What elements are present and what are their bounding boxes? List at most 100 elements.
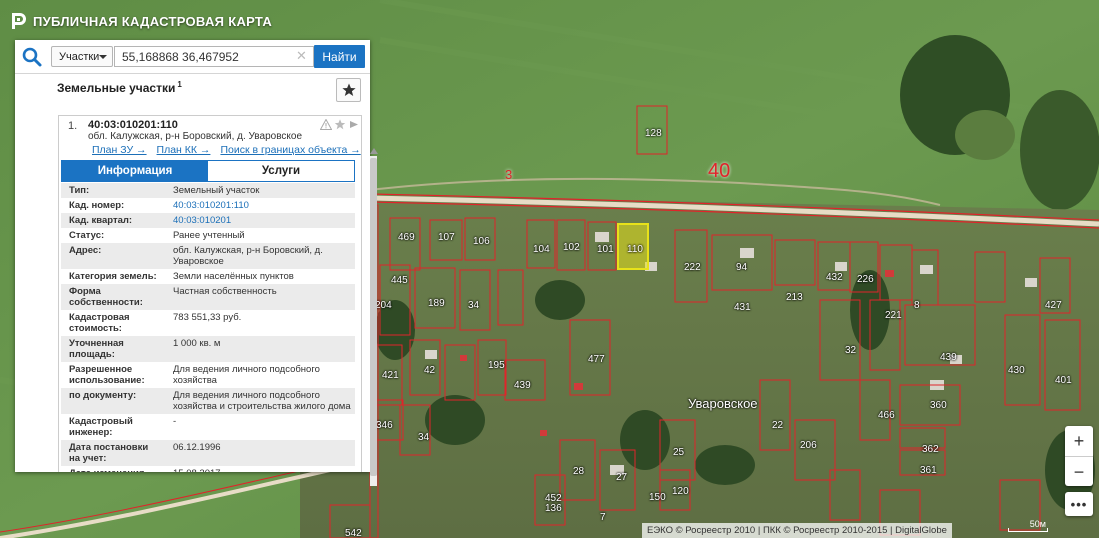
info-value: 783 551,33 руб. — [173, 312, 242, 323]
info-row: Дата постановки на учет: 06.12.1996 — [61, 440, 355, 466]
info-value[interactable]: 40:03:010201:110 — [165, 198, 355, 213]
find-button[interactable]: Найти — [314, 45, 365, 68]
result-actions — [320, 119, 360, 130]
info-key: Кад. квартал: — [69, 215, 133, 226]
quarter-label: 40 — [708, 160, 731, 182]
parcel-number-label: 120 — [672, 486, 689, 497]
parcel-number-label: 101 — [597, 244, 614, 255]
clear-icon[interactable]: ✕ — [296, 48, 307, 64]
info-key: Дата постановки на учет: — [69, 442, 149, 464]
info-row: Кадастровая стоимость: 783 551,33 руб. — [61, 310, 355, 336]
panel-scrollbar[interactable] — [370, 148, 379, 498]
app-header: ПУБЛИЧНАЯ КАДАСТРОВАЯ КАРТА — [12, 10, 272, 32]
parcel-number-label: 362 — [922, 444, 939, 455]
parcel-number-label: 104 — [533, 244, 550, 255]
parcel-number-label: 94 — [736, 262, 748, 273]
scale-bar-line — [1008, 528, 1048, 532]
results-count: 1 — [177, 80, 182, 89]
info-value: Земельный участок — [173, 185, 260, 196]
zoom-to-object-icon[interactable] — [348, 119, 360, 130]
tab-information[interactable]: Информация — [62, 161, 208, 181]
info-key: Кадастровая стоимость: — [69, 312, 130, 334]
info-row: Адрес: обл. Калужская, р-н Боровский, д. … — [61, 243, 355, 269]
parcel-number-label: 106 — [473, 236, 490, 247]
parcel-number-label: 34 — [468, 300, 480, 311]
search-input[interactable] — [114, 46, 314, 67]
info-key: Форма собственности: — [69, 286, 143, 308]
parcel-number-label: 477 — [588, 354, 605, 365]
search-panel: Участки ✕ Найти Земельные участки1 1. 40… — [15, 40, 378, 486]
star-icon — [341, 83, 356, 96]
more-options-button[interactable]: ••• — [1065, 492, 1093, 516]
info-value: обл. Калужская, р-н Боровский, д. Уваров… — [173, 245, 323, 267]
tab-services[interactable]: Услуги — [208, 161, 354, 181]
info-value: Ранее учтенный — [173, 230, 245, 241]
search-in-bounds-link[interactable]: Поиск в границах объекта → — [220, 144, 360, 156]
parcel-number-label: 28 — [573, 466, 585, 477]
info-value: Для ведения личного подсобного хозяйства — [173, 364, 320, 386]
plan-zu-link[interactable]: План ЗУ → — [92, 144, 147, 156]
info-key: Адрес: — [69, 245, 102, 256]
parcel-number-label: 221 — [885, 310, 902, 321]
result-cadastral-number[interactable]: 40:03:010201:110 — [88, 119, 178, 131]
parcel-number-label: 110 — [627, 244, 643, 255]
parcel-number-label: 27 — [616, 472, 628, 483]
parcel-number-label: 107 — [438, 232, 455, 243]
search-type-select[interactable]: Участки — [51, 46, 113, 67]
zoom-in-button[interactable]: + — [1065, 426, 1093, 456]
star-icon[interactable] — [334, 119, 346, 130]
info-row: Уточненная площадь: 1 000 кв. м — [61, 336, 355, 362]
info-row: Форма собственности: Частная собственност… — [61, 284, 355, 310]
parcel-number-label: 7 — [600, 512, 606, 523]
parcel-number-label: 189 — [428, 298, 445, 309]
info-row: по документу: Для ведения личного подсобн… — [61, 388, 355, 414]
info-row: Кад. номер: 40:03:010201:110 — [61, 198, 355, 213]
result-links: План ЗУ → План КК → Поиск в границах объ… — [92, 144, 361, 156]
info-table: Тип: Земельный участок Кад. номер: 40:03:01… — [61, 183, 355, 472]
district-label: 3 — [505, 167, 513, 182]
scroll-up-icon[interactable] — [370, 148, 378, 154]
village-label: Уваровское — [688, 396, 758, 411]
parcel-number-label: 542 — [345, 528, 362, 538]
parcel-number-label: 32 — [845, 345, 857, 356]
parcel-number-label: 34 — [418, 432, 430, 443]
parcel-number-label: 206 — [800, 440, 817, 451]
info-row: Кадастровый инженер: - — [61, 414, 355, 440]
warning-icon[interactable] — [320, 119, 332, 130]
parcel-number-label: 361 — [920, 465, 937, 476]
info-key: Кад. номер: — [69, 200, 125, 211]
info-key: Уточненная площадь: — [69, 338, 124, 360]
parcel-number-label: 213 — [786, 292, 803, 303]
plan-kk-link[interactable]: План КК → — [157, 144, 211, 156]
parcel-number-label: 445 — [391, 275, 408, 286]
info-value[interactable]: 40:03:010201 — [165, 213, 355, 228]
app-title: ПУБЛИЧНАЯ КАДАСТРОВАЯ КАРТА — [33, 13, 273, 29]
zoom-out-button[interactable]: − — [1065, 456, 1093, 487]
search-icon[interactable] — [21, 46, 43, 68]
info-row: Дата изменения сведений в ГКН:15.08.2017 — [61, 466, 355, 472]
parcel-number-label: 469 — [398, 232, 415, 243]
result-card: 1. 40:03:010201:110 обл. Калужская, р-н … — [58, 115, 362, 472]
map-attribution: ЕЭКО © Росреестр 2010 | ПКК © Росреестр … — [642, 523, 952, 538]
parcel-number-label: 128 — [645, 128, 662, 139]
results-section-title: Земельные участки 1 — [57, 80, 182, 95]
parcel-number-label: 431 — [734, 302, 751, 313]
favorite-button[interactable] — [336, 78, 361, 102]
results-section-label: Земельные участки — [57, 81, 176, 95]
scroll-thumb[interactable] — [370, 158, 377, 476]
info-row: Тип: Земельный участок — [61, 183, 355, 198]
parcel-number-label: 8 — [914, 300, 920, 311]
info-key: Кадастровый инженер: — [69, 416, 133, 438]
parcel-number-label: 22 — [772, 420, 784, 431]
info-key: Статус: — [69, 230, 105, 241]
info-value: Для ведения личного подсобного хозяйства… — [173, 390, 351, 412]
parcel-number-label: 430 — [1008, 365, 1025, 376]
parcel-number-label: 466 — [878, 410, 895, 421]
parcel-number-label: 226 — [857, 274, 874, 285]
info-row: Кад. квартал: 40:03:010201 — [61, 213, 355, 228]
info-key: Тип: — [69, 185, 90, 196]
parcel-number-label: 439 — [940, 352, 957, 363]
rosreestr-logo-icon — [12, 13, 26, 29]
parcel-number-label: 427 — [1045, 300, 1062, 311]
parcel-number-label: 421 — [382, 370, 399, 381]
